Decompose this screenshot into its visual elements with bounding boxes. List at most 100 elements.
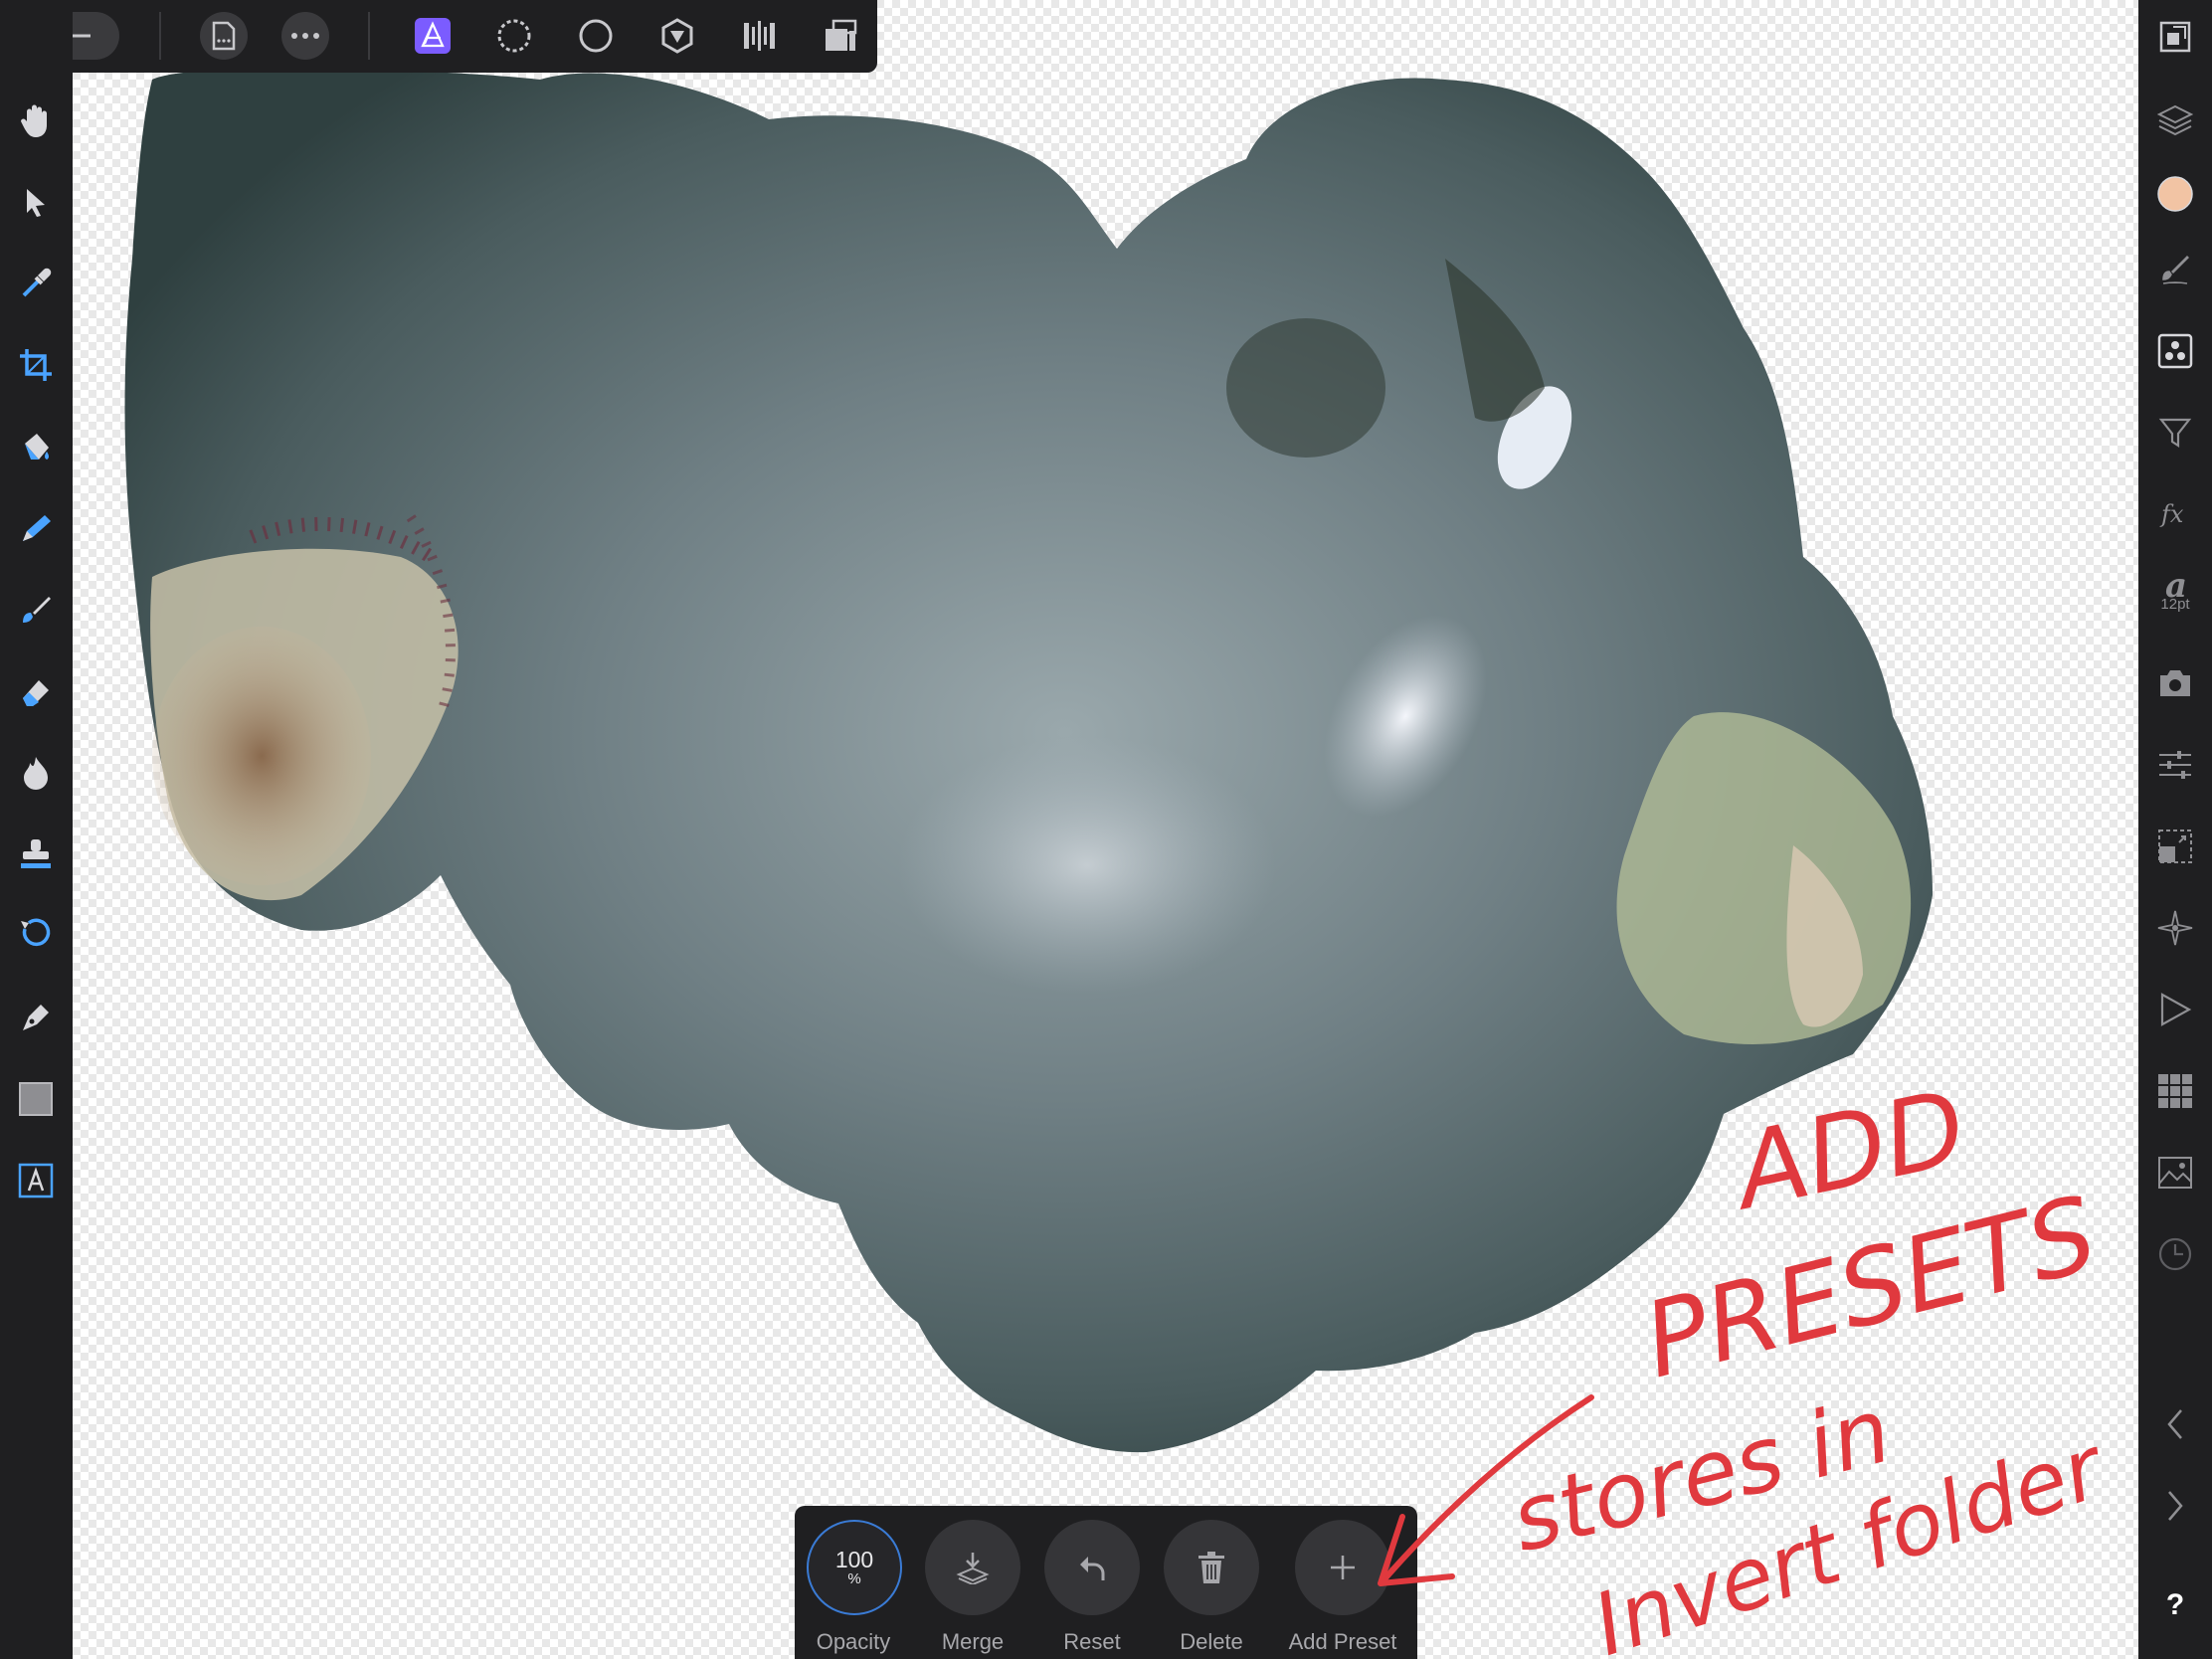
crop-icon [20,349,52,381]
history-button[interactable] [2151,1230,2199,1278]
export-persona-icon [744,21,775,51]
canvas-size-button[interactable] [2151,13,2199,61]
text-tool[interactable] [12,1157,60,1204]
image-icon [2158,1157,2192,1189]
eraser-icon [23,680,49,706]
channels-icon [2157,333,2193,369]
chevron-right-icon [2168,1491,2183,1521]
effects-button[interactable]: fx [2151,490,2199,538]
text-styles-button[interactable]: a 12pt [2151,560,2199,613]
brushes-button[interactable] [2151,246,2199,293]
svg-text:fx: fx [2159,500,2184,528]
move-tool[interactable] [12,178,60,226]
cutout-photo [124,68,1933,1453]
swatches-button[interactable] [2151,1067,2199,1115]
liquify-persona-button[interactable] [490,12,538,60]
document-icon [212,21,236,51]
pen-tool[interactable] [12,994,60,1041]
pen-nib-icon [23,1005,49,1030]
crop-tool[interactable] [12,341,60,389]
merge-label: Merge [941,1629,1005,1654]
transform-button[interactable] [2151,823,2199,870]
trash-icon [1198,1552,1224,1583]
merge-icon [956,1553,990,1584]
tone-mapping-persona-button[interactable] [653,12,701,60]
flood-fill-tool[interactable] [12,423,60,470]
sliders-button[interactable] [2151,741,2199,789]
erase-brush-tool[interactable] [12,667,60,715]
tools-panel [0,0,73,1659]
compass-icon [2157,910,2193,946]
document-button[interactable] [200,12,248,60]
hand-icon [21,104,47,137]
toolbar-divider [368,12,370,60]
photo-persona-button[interactable] [409,12,457,60]
more-button[interactable] [281,12,329,60]
text-tool-icon [18,1163,54,1198]
channels-button[interactable] [2151,327,2199,375]
healing-icon [21,918,51,947]
rectangle-tool[interactable] [12,1075,60,1123]
color-button[interactable] [2151,170,2199,218]
opacity-unit: % [847,1570,861,1587]
collapse-left-button[interactable] [2151,1400,2199,1448]
fx-icon: fx [2159,500,2184,528]
rectangle-icon [19,1082,53,1116]
image-button[interactable] [2151,1149,2199,1197]
merge-button[interactable] [925,1520,1020,1615]
paint-brush-icon [23,597,51,623]
hand-tool[interactable] [12,96,60,144]
paint-bucket-icon [25,434,49,460]
camera-button[interactable] [2151,659,2199,707]
collapse-right-button[interactable] [2151,1482,2199,1530]
document-canvas[interactable] [73,0,2138,1659]
studio-panel: fx a 12pt ? [2138,0,2212,1659]
view-modes-icon [826,19,857,51]
undo-arrow-icon [1080,1557,1105,1580]
selection-brush-icon [23,515,51,541]
color-swatch-icon [2157,176,2193,212]
stamp-icon [21,839,51,868]
navigator-button[interactable] [2151,904,2199,952]
export-persona-button[interactable] [735,12,783,60]
opacity-label: Opacity [816,1629,891,1654]
layers-icon [2157,104,2193,136]
adjustments-button[interactable] [2151,409,2199,457]
top-toolbar [0,0,877,73]
photo-persona-icon [415,18,451,54]
flame-icon [24,757,48,790]
history-icon [2158,1237,2192,1271]
develop-persona-button[interactable] [572,12,620,60]
paint-brush-tool[interactable] [12,586,60,634]
pointer-icon [27,189,45,217]
reset-label: Reset [1063,1629,1121,1654]
selection-brush-tool[interactable] [12,504,60,552]
opacity-control[interactable]: 100 % [807,1520,902,1615]
macro-button[interactable] [2151,986,2199,1033]
view-modes-button[interactable] [817,12,864,60]
play-icon [2160,993,2192,1026]
canvas-size-icon [2159,21,2191,53]
more-icon [291,33,319,39]
clone-tool[interactable] [12,830,60,878]
burn-tool[interactable] [12,749,60,797]
help-button[interactable]: ? [2151,1581,2199,1629]
reset-button[interactable] [1044,1520,1140,1615]
sliders-icon [2159,751,2191,779]
transform-icon [2158,830,2192,863]
layers-button[interactable] [2151,96,2199,144]
add-preset-button[interactable] [1295,1520,1390,1615]
delete-button[interactable] [1164,1520,1259,1615]
opacity-value: 100 [834,1547,874,1572]
font-size-label: 12pt [2160,596,2190,613]
toolbar-divider [159,12,161,60]
chevron-left-icon [2167,1409,2182,1439]
liquify-persona-icon [497,19,531,53]
healing-tool[interactable] [12,912,60,960]
color-picker-tool[interactable] [12,260,60,307]
plus-icon [1331,1556,1355,1579]
context-toolbar: 100 % Opacity Merge Reset Delete Add Pre… [795,1506,1417,1659]
swatches-grid-icon [2158,1074,2192,1108]
develop-persona-icon [579,19,613,53]
brushes-icon [2162,256,2189,284]
